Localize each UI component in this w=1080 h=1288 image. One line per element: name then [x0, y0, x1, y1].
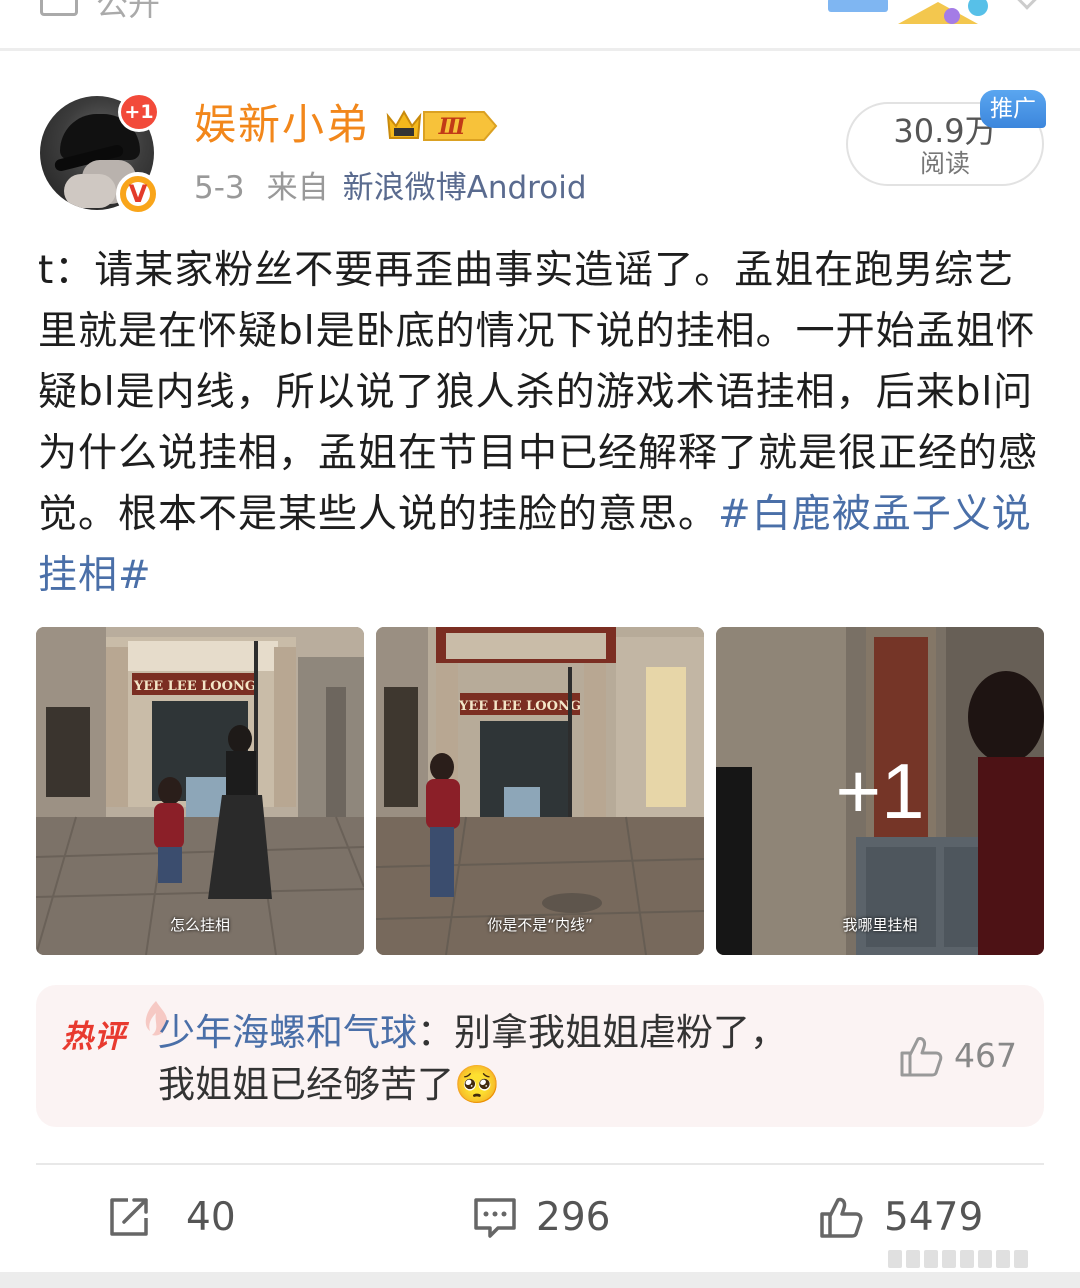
bottom-strip — [0, 1272, 1080, 1288]
hot-comment-text: 少年海螺和气球：别拿我姐姐虐粉了，我姐姐已经够苦了🥺 — [158, 1011, 787, 1106]
source-link[interactable]: 新浪微博Android — [343, 170, 587, 206]
svg-text:Ⅲ: Ⅲ — [438, 114, 467, 140]
hot-comment-tag: 热评 — [62, 1019, 126, 1055]
divider — [0, 48, 1080, 51]
street-scene-image: YEE LEE LOONG — [376, 627, 704, 955]
author-name[interactable]: 娱新小弟 — [194, 100, 370, 150]
post-meta: 5-3 来自 新浪微博Android — [194, 168, 587, 208]
commenter-name[interactable]: 少年海螺和气球 — [158, 1011, 417, 1054]
watermark — [888, 1250, 1038, 1270]
svg-text:YEE LEE LOONG: YEE LEE LOONG — [133, 679, 256, 694]
pleading-face-emoji: 🥺 — [454, 1063, 501, 1106]
share-icon — [110, 1198, 148, 1236]
image-caption: 你是不是“内线” — [487, 916, 593, 934]
promo-banner-icon[interactable] — [828, 0, 998, 28]
thumbs-up-icon — [820, 1197, 863, 1238]
promo-tag: 推广 — [980, 90, 1046, 128]
share-count: 40 — [186, 1195, 236, 1240]
divider — [36, 1163, 1044, 1165]
comment-like-count: 467 — [954, 1036, 1017, 1075]
street-scene-image: YEE LEE LOONG — [36, 627, 364, 955]
svg-text:YEE LEE LOONG: YEE LEE LOONG — [458, 699, 581, 714]
verified-badge-icon: V — [116, 172, 160, 216]
image-caption: 怎么挂相 — [169, 916, 230, 934]
post-date: 5-3 — [194, 170, 245, 206]
chevron-down-icon[interactable] — [1014, 0, 1040, 10]
post-image-3[interactable]: +1 我哪里挂相 — [716, 627, 1044, 955]
source-prefix: 来自 — [266, 170, 329, 206]
post-image-2[interactable]: YEE LEE LOONG 你是不是“内线” — [376, 627, 704, 955]
crown-icon[interactable]: Ⅲ — [384, 106, 498, 146]
hot-comment[interactable]: 热评 少年海螺和气球：别拿我姐姐虐粉了，我姐姐已经够苦了🥺 467 — [36, 985, 1044, 1127]
image-caption: 我哪里挂相 — [842, 916, 918, 934]
post-body: t：请某家粉丝不要再歪曲事实造谣了。孟姐在跑男综艺里就是在怀疑bl是卧底的情况下… — [38, 240, 1048, 606]
post-image-1[interactable]: YEE LEE LOONG 怎么挂相 — [36, 627, 364, 955]
more-images-overlay[interactable]: +1 — [716, 627, 1044, 955]
thumbs-up-icon — [900, 1037, 943, 1077]
comment-count: 296 — [536, 1195, 611, 1240]
visibility-icon — [40, 0, 78, 16]
read-label: 阅读 — [919, 149, 970, 178]
comment-icon — [474, 1198, 516, 1238]
avatar-update-badge: +1 — [118, 92, 160, 132]
top-bar: 公开 — [0, 0, 1080, 48]
visibility-label: 公开 — [96, 0, 161, 23]
like-count: 5479 — [884, 1195, 984, 1240]
